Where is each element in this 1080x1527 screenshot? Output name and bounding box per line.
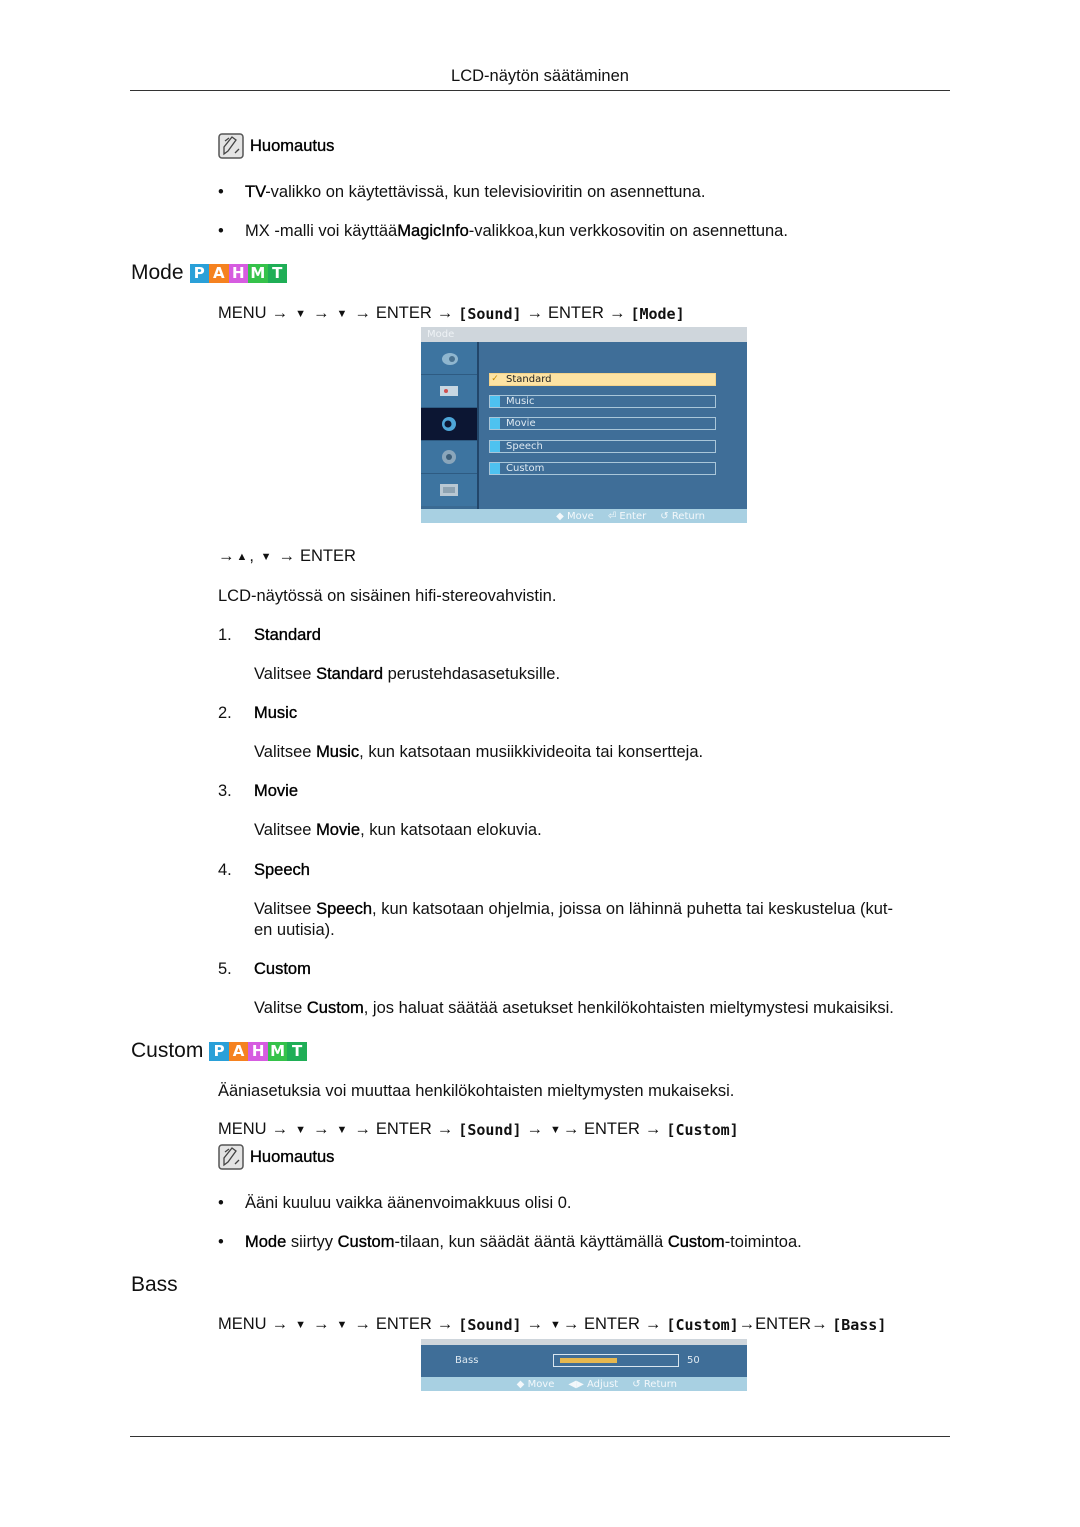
osd-option-custom[interactable]: Custom <box>489 462 716 475</box>
osd-bass-label: Bass <box>455 1355 479 1366</box>
list-item-title: 4. Speech <box>218 861 310 879</box>
list-item-desc: Valitsee Speech, kun katsotaan ohjelmia,… <box>254 900 894 918</box>
osd-option-music[interactable]: Music <box>489 395 716 408</box>
list-item-title: 5. Custom <box>218 960 311 978</box>
list-item-title: 1. Standard <box>218 626 321 644</box>
osd-option-speech[interactable]: Speech <box>489 440 716 453</box>
note-label: Huomautus <box>250 136 335 155</box>
adjust-icon: ◀▶ <box>568 1378 584 1390</box>
osd-enter-hint: ⏎ Enter <box>607 510 647 522</box>
note-heading: Huomautus <box>218 133 335 159</box>
list-item-desc: Valitsee Music, kun katsotaan musiikkivi… <box>254 743 704 761</box>
osd-side-picture-icon[interactable] <box>421 342 477 375</box>
move-icon: ◆ <box>556 510 564 522</box>
list-item-desc: Valitsee Standard perustehdasasetuksille… <box>254 665 561 683</box>
bass-slider-fill <box>560 1358 618 1363</box>
mode-intro: LCD-näytössä on sisäinen hifi-stereovahv… <box>218 587 557 605</box>
note-bullet: • TV-valikko on käytettävissä, kun televi… <box>218 183 706 201</box>
note-bullet: • Mode siirtyy Custom-tilaan, kun säädät … <box>218 1233 802 1251</box>
page-header-title: LCD-näytön säätäminen <box>451 67 629 85</box>
menu-path-mode: MENU → ▼ → ▼ → ENTER → [Sound] → ENTER → [Mode] <box>218 304 685 323</box>
section-heading-custom: Custom P A H M T <box>131 1039 307 1063</box>
note-bullet: • Ääni kuuluu vaikka äänenvoimakkuus olis… <box>218 1194 572 1212</box>
osd-bass-value: 50 <box>687 1355 700 1366</box>
badge-m: M <box>248 263 268 283</box>
osd-return-hint: ↺ Return <box>660 510 705 522</box>
osd-side-sound-icon[interactable] <box>421 408 477 441</box>
badge-h: H <box>228 263 249 283</box>
osd-side-screen-icon[interactable] <box>421 375 477 408</box>
section-heading-mode: Mode P A H M T <box>131 261 288 285</box>
note-pencil-icon <box>218 133 244 159</box>
osd-side-input-icon[interactable] <box>421 474 477 506</box>
nav-instruction: → ▲, ▼ → ENTER <box>218 547 356 565</box>
osd-sidebar <box>421 342 479 509</box>
model-badges: P A H M T <box>189 263 288 283</box>
osd-mode-menu: Mode ✓ Standard Music Movie Speech Custom… <box>421 327 747 523</box>
list-item-desc: Valitsee Movie, kun katsotaan elokuvia. <box>254 821 542 839</box>
badge-p: P <box>209 1041 229 1061</box>
osd-footer: ◆ Move ⏎ Enter ↺ Return <box>421 509 747 523</box>
osd-bass: Bass 50 ◆ Move ◀▶ Adjust ↺ Return <box>421 1339 747 1391</box>
bold-term: MagicInfo <box>397 222 469 240</box>
badge-m: M <box>267 1041 288 1061</box>
note-heading: Huomautus <box>218 1144 335 1170</box>
note-pencil-icon <box>218 1144 244 1170</box>
section-heading-bass: Bass <box>131 1273 178 1296</box>
bass-slider[interactable] <box>553 1354 679 1367</box>
badge-a: A <box>228 1041 249 1061</box>
move-icon: ◆ <box>516 1378 525 1390</box>
badge-t: T <box>287 1041 307 1061</box>
custom-intro: Ääniasetuksia voi muuttaa henkilökohtais… <box>218 1082 735 1100</box>
list-item-title: 2. Music <box>218 704 298 722</box>
badge-h: H <box>248 1041 268 1061</box>
osd-footer: ◆ Move ◀▶ Adjust ↺ Return <box>421 1377 747 1391</box>
header-rule <box>130 90 950 91</box>
badge-a: A <box>209 263 229 283</box>
osd-move-hint: ◆ Move <box>556 510 594 522</box>
note-bullet: • MX -malli voi käyttääMagicInfo-valikkoa… <box>218 222 788 240</box>
model-badges: P A H M T <box>209 1041 307 1061</box>
list-item-title: 3. Movie <box>218 782 299 800</box>
list-item-desc: Valitse Custom, jos haluat säätää asetuk… <box>254 999 894 1017</box>
footer-rule <box>130 1436 950 1437</box>
osd-option-movie[interactable]: Movie <box>489 417 716 430</box>
menu-path-custom: MENU → ▼ → ▼ → ENTER → [Sound] → ▼ → ENTER → [Custom] <box>218 1120 739 1139</box>
enter-icon: ⏎ <box>607 510 617 522</box>
menu-path-bass: MENU → ▼ → ▼ → ENTER → [Sound] → ▼ → ENTER → [Custom]… <box>218 1315 887 1334</box>
check-icon: ✓ <box>491 374 499 384</box>
badge-t: T <box>267 263 288 283</box>
osd-option-standard[interactable]: ✓ Standard <box>489 373 716 386</box>
osd-title: Mode <box>421 327 747 342</box>
list-item-desc-cont: en uutisia). <box>254 921 335 939</box>
osd-side-setup-icon[interactable] <box>421 441 477 474</box>
return-icon: ↺ <box>632 1378 641 1390</box>
return-icon: ↺ <box>660 510 669 522</box>
bold-term: TV <box>245 183 266 201</box>
badge-p: P <box>189 263 210 283</box>
